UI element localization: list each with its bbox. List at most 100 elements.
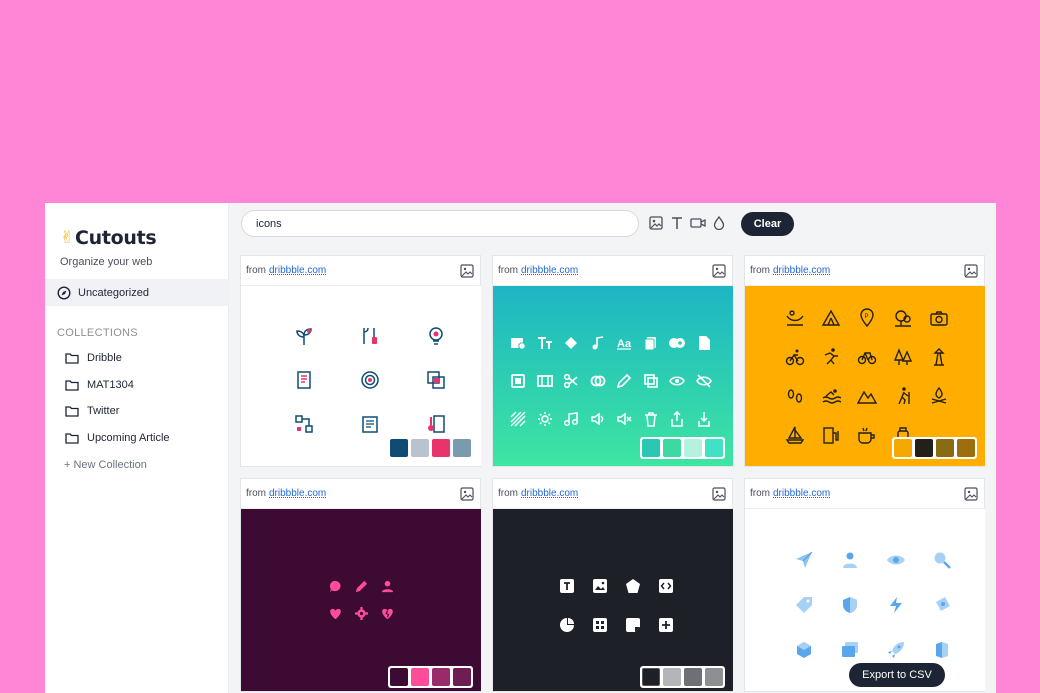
cutout-card[interactable]: from dribbble.com — [240, 255, 481, 467]
card-source-link[interactable]: dribbble.com — [269, 265, 326, 276]
runner-icon — [813, 337, 849, 376]
sidebar-item-upcoming-article[interactable]: Upcoming Article — [65, 432, 170, 444]
sidebar-item-label: Upcoming Article — [87, 432, 170, 444]
folder-icon — [65, 380, 79, 391]
scissors-icon — [558, 362, 585, 400]
plant-icon — [271, 314, 337, 358]
cutout-card[interactable]: from dribbble.com — [240, 478, 481, 692]
broken-heart-icon — [374, 600, 400, 627]
card-from-label: from — [498, 488, 518, 499]
image-filter-icon[interactable] — [649, 216, 663, 230]
image-type-icon — [712, 264, 726, 278]
send-icon — [781, 537, 827, 582]
palette-swatch[interactable] — [705, 668, 723, 686]
palette-swatch[interactable] — [411, 439, 429, 457]
tag-icon — [781, 582, 827, 627]
video-filter-icon[interactable] — [690, 216, 706, 230]
card-source-link[interactable]: dribbble.com — [773, 265, 830, 276]
share-icon — [664, 400, 691, 438]
sidebar-item-mat1304[interactable]: MAT1304 — [65, 379, 134, 391]
palette-swatch[interactable] — [663, 668, 681, 686]
font-icon: Aa — [611, 324, 638, 362]
eye-icon — [873, 537, 919, 582]
search-input[interactable]: icons — [241, 210, 639, 237]
trees-icon — [885, 298, 921, 337]
text-filter-icon[interactable] — [670, 216, 684, 230]
palette-swatch[interactable] — [453, 668, 471, 686]
gear-icon — [348, 600, 374, 627]
hatch-icon — [505, 400, 532, 438]
card-source-link[interactable]: dribbble.com — [521, 265, 578, 276]
sidebar-item-label: Uncategorized — [78, 286, 149, 299]
card-from-label: from — [246, 265, 266, 276]
sidebar-item-twitter[interactable]: Twitter — [65, 405, 119, 417]
duplicate-icon — [638, 362, 665, 400]
palette-swatch[interactable] — [411, 668, 429, 686]
color-palette — [640, 666, 725, 688]
mute-icon — [611, 400, 638, 438]
export-to-csv-button[interactable]: Export to CSV — [849, 663, 945, 687]
overlap-icon — [585, 362, 612, 400]
card-header: from dribbble.com — [745, 479, 984, 509]
shield-icon — [827, 582, 873, 627]
sidebar-item-dribble[interactable]: Dribble — [65, 352, 122, 364]
plus-box-icon — [649, 605, 682, 644]
palette-swatch[interactable] — [642, 439, 660, 457]
eye-off-icon — [691, 362, 718, 400]
flow-icon — [271, 402, 337, 446]
new-collection-button[interactable]: + New Collection — [64, 459, 147, 471]
palette-swatch[interactable] — [915, 439, 933, 457]
palette-swatch[interactable] — [684, 439, 702, 457]
cutout-card[interactable]: from dribbble.com Aa — [492, 255, 733, 467]
code-icon — [649, 566, 682, 605]
grid-icon — [583, 605, 616, 644]
cutout-card[interactable]: from dribbble.com P — [744, 255, 985, 467]
card-header: from dribbble.com — [241, 479, 480, 509]
person-icon — [827, 537, 873, 582]
folder-icon — [65, 406, 79, 417]
palette-swatch[interactable] — [705, 439, 723, 457]
cutout-card[interactable]: from dribbble.com — [744, 478, 985, 692]
card-source-link[interactable]: dribbble.com — [269, 488, 326, 499]
eye-icon — [664, 362, 691, 400]
heart-icon — [322, 600, 348, 627]
music-note-icon — [585, 324, 612, 362]
pie-chart-icon — [550, 605, 583, 644]
palette-swatch[interactable] — [642, 668, 660, 686]
pen-icon — [348, 573, 374, 600]
card-thumbnail — [493, 509, 733, 691]
music-icon — [558, 400, 585, 438]
palette-swatch[interactable] — [936, 439, 954, 457]
clear-button[interactable]: Clear — [741, 212, 794, 236]
paint-bucket-icon — [558, 324, 585, 362]
image-type-icon — [712, 487, 726, 501]
card-thumbnail — [241, 509, 481, 691]
user-icon — [374, 573, 400, 600]
hammock-icon — [777, 298, 813, 337]
card-source-link[interactable]: dribbble.com — [773, 488, 830, 499]
palette-swatch[interactable] — [453, 439, 471, 457]
palette-swatch[interactable] — [390, 439, 408, 457]
palette-swatch[interactable] — [663, 439, 681, 457]
sticky-note-icon — [616, 605, 649, 644]
palette-swatch[interactable] — [390, 668, 408, 686]
add-circle-icon — [664, 324, 691, 362]
palette-swatch[interactable] — [957, 439, 975, 457]
copy-icon — [638, 324, 665, 362]
palette-swatch[interactable] — [894, 439, 912, 457]
sidebar-item-uncategorized[interactable]: Uncategorized — [45, 279, 229, 306]
palette-swatch[interactable] — [684, 668, 702, 686]
palette-swatch[interactable] — [432, 439, 450, 457]
app-logo: ✌ Cutouts — [60, 227, 157, 249]
tent-icon — [813, 298, 849, 337]
sidebar-item-label: MAT1304 — [87, 379, 134, 391]
palette-swatch[interactable] — [432, 668, 450, 686]
card-source-link[interactable]: dribbble.com — [521, 488, 578, 499]
card-thumbnail: P — [745, 286, 985, 466]
card-header: from dribbble.com — [493, 256, 732, 286]
fuel-station-icon — [813, 415, 849, 454]
swimming-icon — [813, 376, 849, 415]
cutout-card[interactable]: from dribbble.com — [492, 478, 733, 692]
color-drop-filter-icon[interactable] — [713, 216, 725, 230]
lightning-icon — [873, 582, 919, 627]
